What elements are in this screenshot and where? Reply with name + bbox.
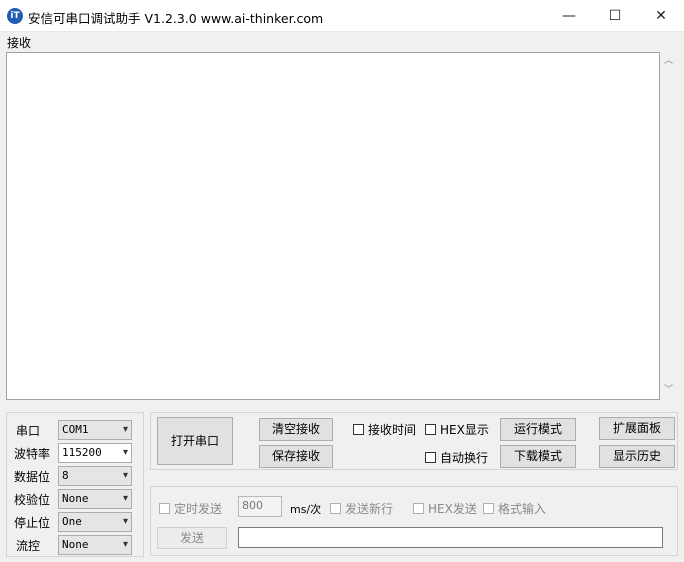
title-bar: iT 安信可串口调试助手 V1.2.3.0 www.ai-thinker.com… xyxy=(0,0,684,32)
parity-label: 校验位 xyxy=(14,493,51,507)
actions-group: 打开串口 清空接收 保存接收 接收时间 HEX显示 自动换行 运行模式 下载模式… xyxy=(150,412,678,470)
timed-send-label: 定时发送 xyxy=(174,502,223,516)
receive-time-checkbox[interactable]: 接收时间 xyxy=(353,421,416,438)
send-button[interactable]: 发送 xyxy=(157,527,227,549)
download-mode-button[interactable]: 下载模式 xyxy=(500,445,576,468)
window-title: 安信可串口调试助手 V1.2.3.0 www.ai-thinker.com xyxy=(28,11,324,26)
chevron-down-icon: ▾ xyxy=(122,447,128,458)
chevron-down-icon: ▾ xyxy=(122,493,128,504)
send-input[interactable] xyxy=(238,527,663,548)
app-logo-icon: iT xyxy=(7,8,23,24)
timed-send-checkbox[interactable]: 定时发送 xyxy=(159,500,222,517)
clear-receive-button[interactable]: 清空接收 xyxy=(259,418,333,441)
checkbox-box[interactable] xyxy=(353,424,364,435)
interval-unit: ms/次 xyxy=(290,503,322,516)
receive-time-label: 接收时间 xyxy=(368,423,417,437)
port-value: COM1 xyxy=(62,423,89,436)
interval-input[interactable]: 800 xyxy=(238,496,282,517)
flow-value: None xyxy=(62,538,89,551)
format-input-label: 格式输入 xyxy=(498,502,547,516)
baud-select[interactable]: 115200 ▾ xyxy=(58,443,132,463)
send-newline-checkbox[interactable]: 发送新行 xyxy=(330,500,393,517)
send-group: 定时发送 800 ms/次 发送新行 HEX发送 格式输入 发送 xyxy=(150,486,678,556)
scroll-up-icon[interactable]: ︿ xyxy=(660,53,677,70)
open-port-button[interactable]: 打开串口 xyxy=(157,417,233,465)
parity-select[interactable]: None ▾ xyxy=(58,489,132,509)
checkbox-box[interactable] xyxy=(425,452,436,463)
send-newline-label: 发送新行 xyxy=(345,502,394,516)
parity-value: None xyxy=(62,492,89,505)
checkbox-box[interactable] xyxy=(425,424,436,435)
checkbox-box[interactable] xyxy=(159,503,170,514)
hex-send-checkbox[interactable]: HEX发送 xyxy=(413,500,477,517)
hex-display-label: HEX显示 xyxy=(440,423,489,437)
data-bits-select[interactable]: 8 ▾ xyxy=(58,466,132,486)
baud-label: 波特率 xyxy=(14,447,51,461)
format-input-checkbox[interactable]: 格式输入 xyxy=(483,500,546,517)
baud-value: 115200 xyxy=(62,446,102,459)
run-mode-button[interactable]: 运行模式 xyxy=(500,418,576,441)
flow-select[interactable]: None ▾ xyxy=(58,535,132,555)
receive-textarea[interactable] xyxy=(6,52,660,400)
auto-wrap-label: 自动换行 xyxy=(440,451,489,465)
save-receive-button[interactable]: 保存接收 xyxy=(259,445,333,468)
stop-bits-select[interactable]: One ▾ xyxy=(58,512,132,532)
checkbox-box[interactable] xyxy=(413,503,424,514)
receive-label: 接收 xyxy=(7,36,32,50)
auto-wrap-checkbox[interactable]: 自动换行 xyxy=(425,449,488,466)
maximize-icon[interactable]: ☐ xyxy=(592,0,638,32)
data-bits-value: 8 xyxy=(62,469,69,482)
stop-bits-value: One xyxy=(62,515,82,528)
receive-scrollbar[interactable]: ︿ ﹀ xyxy=(660,52,677,400)
show-history-button[interactable]: 显示历史 xyxy=(599,445,675,468)
hex-send-label: HEX发送 xyxy=(428,502,477,516)
hex-display-checkbox[interactable]: HEX显示 xyxy=(425,421,489,438)
expand-panel-button[interactable]: 扩展面板 xyxy=(599,417,675,440)
close-icon[interactable]: ✕ xyxy=(638,0,684,32)
minimize-icon[interactable]: — xyxy=(546,0,592,32)
stop-bits-label: 停止位 xyxy=(14,516,51,530)
chevron-down-icon: ▾ xyxy=(122,424,128,435)
flow-label: 流控 xyxy=(16,539,41,553)
serial-settings-group: 串口 COM1 ▾ 波特率 115200 ▾ 数据位 8 ▾ 校验位 None … xyxy=(6,412,144,557)
chevron-down-icon: ▾ xyxy=(122,516,128,527)
port-label: 串口 xyxy=(16,424,41,438)
chevron-down-icon: ▾ xyxy=(122,539,128,550)
checkbox-box[interactable] xyxy=(330,503,341,514)
checkbox-box[interactable] xyxy=(483,503,494,514)
data-bits-label: 数据位 xyxy=(14,470,51,484)
chevron-down-icon: ▾ xyxy=(122,470,128,481)
port-select[interactable]: COM1 ▾ xyxy=(58,420,132,440)
scroll-down-icon[interactable]: ﹀ xyxy=(660,382,677,399)
